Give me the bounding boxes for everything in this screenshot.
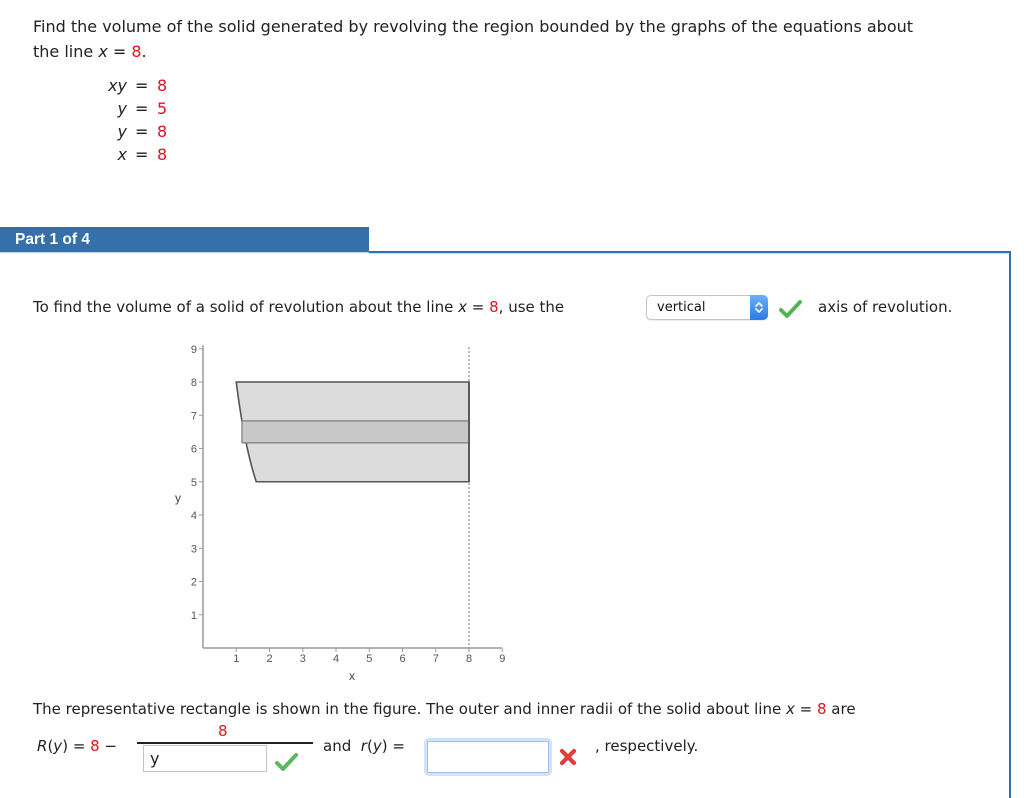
y-tick-label: 2 — [191, 577, 197, 589]
incorrect-x-icon — [559, 748, 577, 766]
y-tick-label: 7 — [191, 410, 197, 422]
outer-radius-equals: = — [68, 737, 91, 755]
x-axis-label: x — [349, 669, 355, 683]
inner-radius-input[interactable] — [427, 741, 549, 773]
x-tick-label: 5 — [366, 653, 372, 665]
representative-rectangle — [241, 420, 470, 444]
region-figure: 1 2 3 4 5 6 7 8 9 1 2 3 4 5 6 7 8 9 x y — [175, 344, 505, 683]
y-tick-label: 3 — [191, 543, 197, 555]
inner-radius-name: r — [360, 737, 367, 755]
minus-sign: − — [99, 737, 118, 755]
x-tick-label: 9 — [499, 653, 505, 665]
x-tick-label: 3 — [300, 653, 306, 665]
and-text: and — [323, 737, 352, 755]
inner-radius-equals: = — [387, 737, 405, 755]
y-axis-label: y — [175, 491, 181, 505]
fraction-numerator: 8 — [218, 721, 228, 741]
respectively-text: , respectively. — [595, 736, 698, 756]
radii-value: 8 — [816, 700, 827, 718]
x-tick-label: 1 — [233, 653, 239, 665]
outer-radius-constant: 8 — [90, 737, 100, 755]
fraction-bar — [137, 742, 313, 744]
x-tick-label: 4 — [333, 653, 339, 665]
y-tick-label: 8 — [191, 377, 197, 389]
outer-radius-var: y — [53, 737, 63, 755]
respectively-label: , respectively. — [595, 737, 699, 755]
radii-text-suffix: are — [826, 700, 856, 718]
denominator-input[interactable]: y — [143, 745, 267, 772]
radii-text: The representative rectangle is shown in… — [33, 700, 786, 718]
x-tick-label: 8 — [466, 653, 472, 665]
numerator-value: 8 — [218, 722, 228, 740]
y-tick-label: 6 — [191, 444, 197, 456]
x-tick-label: 6 — [399, 653, 405, 665]
inner-radius-label: and r(y) = — [323, 737, 405, 755]
y-tick-label: 5 — [191, 477, 197, 489]
outer-radius-name: R — [37, 737, 48, 755]
inner-radius-var: y — [372, 737, 382, 755]
radii-equals: = — [794, 700, 817, 718]
outer-radius-label: R(y) = 8 − — [37, 737, 118, 755]
radii-question: The representative rectangle is shown in… — [33, 699, 856, 719]
radii-variable: x — [785, 700, 795, 718]
denominator-input-value: y — [150, 749, 160, 768]
x-tick-label: 2 — [266, 653, 272, 665]
y-tick-label: 4 — [191, 510, 197, 522]
correct-check-icon — [275, 753, 298, 771]
y-tick-label: 9 — [191, 344, 197, 356]
y-tick-label: 1 — [191, 610, 197, 622]
x-tick-label: 7 — [433, 653, 439, 665]
